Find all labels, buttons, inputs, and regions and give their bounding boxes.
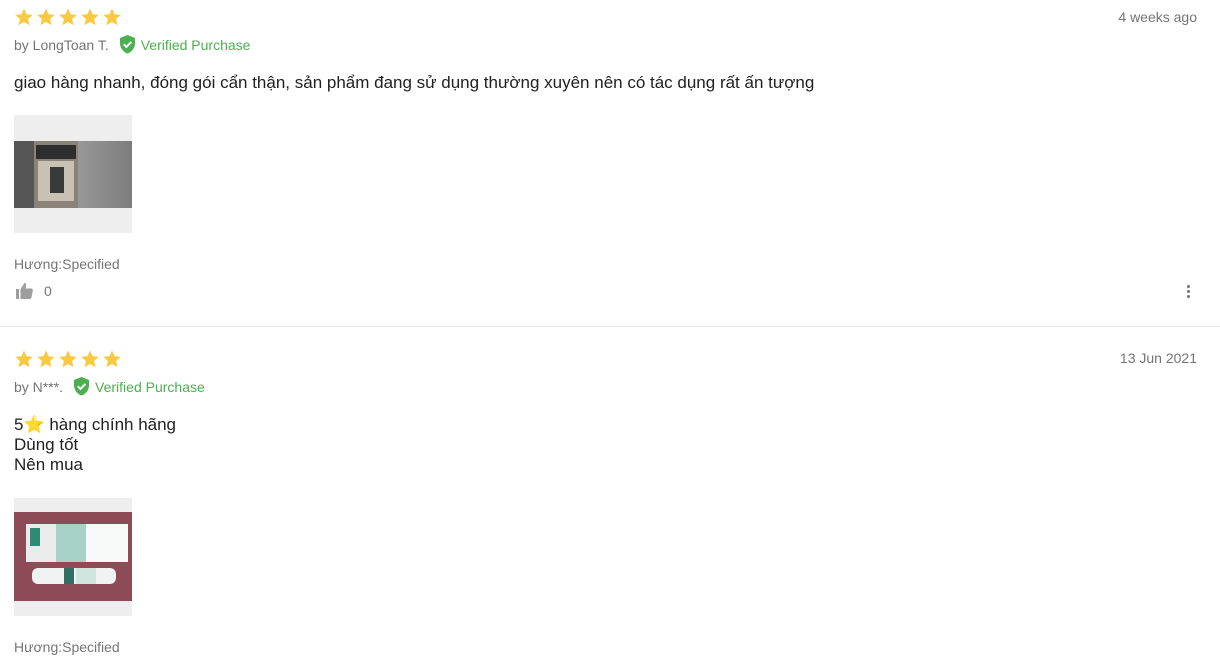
variant-label: Hương:Specified (14, 639, 120, 655)
star-icon (59, 350, 77, 368)
verified-badge: Verified Purchase (119, 35, 251, 54)
star-icon (59, 8, 77, 26)
review-photo-image (14, 141, 132, 208)
review-date: 4 weeks ago (1118, 9, 1197, 25)
review-photo[interactable] (14, 498, 132, 616)
review-author: by LongToan T. (14, 36, 109, 53)
review-body-line: giao hàng nhanh, đóng gói cẩn thận, sản … (14, 73, 815, 92)
review-photo[interactable] (14, 115, 132, 233)
review-byline: by LongToan T. Verified Purchase (14, 35, 250, 54)
shield-check-icon (119, 35, 135, 54)
review-body: giao hàng nhanh, đóng gói cẩn thận, sản … (14, 73, 814, 93)
star-icon (103, 350, 121, 368)
more-options-button[interactable] (1187, 285, 1191, 298)
like-count: 0 (44, 283, 52, 299)
star-icon (81, 350, 99, 368)
star-icon (37, 8, 55, 26)
review-item: 13 Jun 2021 by N***. Verified Purchase 5… (0, 327, 1220, 659)
review-date: 13 Jun 2021 (1119, 350, 1197, 366)
thumbs-up-icon (16, 283, 33, 299)
review-body-line: Nên mua (14, 455, 83, 474)
verified-label: Verified Purchase (95, 378, 205, 395)
star-icon (15, 350, 33, 368)
review-byline: by N***. Verified Purchase (14, 377, 205, 396)
shield-check-icon (74, 377, 90, 396)
review-photo-image (14, 512, 132, 601)
more-vertical-icon (1187, 285, 1190, 288)
star-icon (37, 350, 55, 368)
like-button[interactable]: 0 (16, 283, 52, 299)
review-author: by N***. (14, 378, 64, 395)
review-body: 5⭐ hàng chính hãng Dùng tốt Nên mua (14, 415, 176, 475)
rating-stars (14, 349, 122, 369)
review-body-line: 5⭐ hàng chính hãng (14, 415, 177, 434)
star-icon (81, 8, 99, 26)
star-icon (15, 8, 33, 26)
rating-stars (14, 7, 122, 27)
star-icon (103, 8, 121, 26)
review-item: 4 weeks ago by LongToan T. Verified Purc… (0, 0, 1220, 327)
verified-badge: Verified Purchase (73, 377, 205, 396)
review-body-line: Dùng tốt (14, 435, 79, 454)
verified-label: Verified Purchase (140, 36, 251, 53)
variant-label: Hương:Specified (14, 256, 120, 272)
